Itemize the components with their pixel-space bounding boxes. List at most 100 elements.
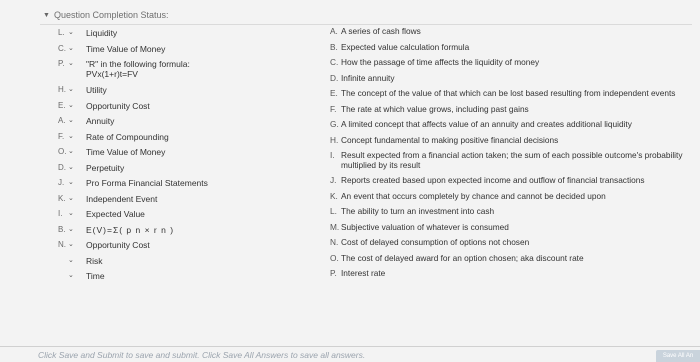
option-text: An event that occurs completely by chanc… — [341, 190, 606, 201]
answer-select[interactable]: P. ⌄ — [58, 59, 86, 69]
match-row: A. ⌄ Annuity — [58, 116, 338, 132]
option-item: D. Infinite annuity — [330, 72, 695, 84]
chevron-down-icon[interactable]: ⌄ — [68, 101, 74, 111]
question-status-title: Question Completion Status: — [53, 10, 169, 20]
term-label: Utility — [86, 85, 107, 95]
option-text: A series of cash flows — [341, 26, 421, 36]
option-text: Cost of delayed consumption of options n… — [341, 237, 530, 247]
answer-select[interactable]: F. ⌄ — [58, 132, 86, 142]
option-item: L. The ability to turn an investment into… — [330, 206, 695, 217]
option-item: K. An event that occurs completely by cha… — [330, 190, 695, 202]
match-row: D. ⌄ Perpetuity — [58, 163, 338, 179]
option-item: B. Expected value calculation formula — [330, 41, 695, 53]
option-text: The concept of the value of that which c… — [341, 88, 676, 98]
footer-divider — [0, 346, 700, 347]
selected-letter: J. — [58, 178, 65, 187]
answer-select[interactable]: C. ⌄ — [58, 44, 86, 54]
chevron-down-icon[interactable]: ⌄ — [68, 163, 74, 173]
option-text: Reports created based upon expected inco… — [341, 175, 645, 185]
answer-select[interactable]: I. ⌄ — [58, 209, 86, 219]
option-item: F. The rate at which value grows, includi… — [330, 103, 695, 115]
option-item: C. How the passage of time affects the li… — [330, 57, 695, 68]
option-letter: O. — [330, 252, 339, 263]
match-row: J. ⌄ Pro Forma Financial Statements — [58, 178, 338, 194]
term-label: Rate of Compounding — [86, 131, 169, 142]
option-item: E. The concept of the value of that which… — [330, 88, 695, 99]
answer-select[interactable]: J. ⌄ — [58, 178, 86, 188]
selected-letter: E. — [58, 100, 66, 110]
option-letter: L. — [330, 206, 337, 216]
chevron-down-icon[interactable]: ⌄ — [68, 116, 74, 126]
chevron-down-icon[interactable]: ⌄ — [68, 85, 74, 95]
chevron-down-icon[interactable]: ⌄ — [68, 28, 74, 38]
selected-letter: A. — [58, 116, 66, 125]
chevron-down-icon[interactable]: ⌄ — [68, 240, 74, 250]
answer-select[interactable]: D. ⌄ — [58, 163, 86, 173]
option-text: Expected value calculation formula — [341, 41, 470, 52]
term-label: Annuity — [86, 116, 115, 126]
chevron-down-icon[interactable]: ⌄ — [68, 147, 74, 157]
selected-letter: I. — [58, 209, 63, 218]
option-item: M. Subjective valuation of whatever is co… — [330, 221, 695, 233]
matching-terms-list: L. ⌄ Liquidity C. ⌄ Time Value of Money P.… — [58, 28, 338, 287]
chevron-down-icon[interactable]: ⌄ — [68, 225, 74, 235]
option-letter: P. — [330, 268, 337, 278]
collapse-toggle-icon[interactable]: ▼ — [43, 12, 50, 19]
option-text: The cost of delayed award for an option … — [341, 252, 584, 263]
option-item: H. Concept fundamental to making positive… — [330, 134, 695, 146]
option-letter: G. — [330, 119, 339, 129]
selected-letter: F. — [58, 131, 65, 141]
header-divider — [40, 24, 692, 25]
option-text: Infinite annuity — [341, 72, 395, 83]
option-letter: F. — [330, 103, 337, 114]
term-label: Expected Value — [86, 209, 145, 219]
chevron-down-icon[interactable]: ⌄ — [68, 44, 74, 54]
option-item: A. A series of cash flows — [330, 26, 695, 37]
match-row: C. ⌄ Time Value of Money — [58, 44, 338, 60]
chevron-down-icon[interactable]: ⌄ — [68, 256, 74, 266]
chevron-down-icon[interactable]: ⌄ — [68, 59, 74, 69]
match-row: K. ⌄ Independent Event — [58, 194, 338, 210]
option-letter: J. — [330, 175, 337, 185]
answer-select[interactable]: K. ⌄ — [58, 194, 86, 204]
option-text: Interest rate — [341, 268, 386, 278]
save-all-answers-button[interactable]: Save All An — [656, 350, 700, 362]
answer-select[interactable]: ⌄ — [58, 271, 86, 281]
option-item: J. Reports created based upon expected in… — [330, 175, 695, 186]
term-label: E(V)=Σ( p n × r n ) — [86, 224, 175, 235]
option-letter: K. — [330, 190, 338, 201]
option-item: G. A limited concept that affects value o… — [330, 119, 695, 130]
match-row: O. ⌄ Time Value of Money — [58, 147, 338, 163]
option-text: Subjective valuation of whatever is cons… — [341, 221, 509, 232]
chevron-down-icon[interactable]: ⌄ — [68, 209, 74, 219]
chevron-down-icon[interactable]: ⌄ — [68, 178, 74, 188]
selected-letter: P. — [58, 59, 65, 68]
answer-select[interactable]: O. ⌄ — [58, 147, 86, 157]
answer-select[interactable]: L. ⌄ — [58, 28, 86, 38]
answer-select[interactable]: H. ⌄ — [58, 85, 86, 95]
chevron-down-icon[interactable]: ⌄ — [68, 194, 74, 204]
option-letter: A. — [330, 26, 338, 36]
answer-select[interactable]: N. ⌄ — [58, 240, 86, 250]
answer-select[interactable]: ⌄ — [58, 256, 86, 266]
term-label: Pro Forma Financial Statements — [86, 178, 208, 188]
option-item: P. Interest rate — [330, 268, 695, 279]
chevron-down-icon[interactable]: ⌄ — [68, 271, 74, 281]
question-status-header[interactable]: ▼ Question Completion Status: — [43, 10, 169, 20]
selected-letter: B. — [58, 224, 66, 234]
match-row: P. ⌄ "R" in the following formula: PVx(1+… — [58, 59, 338, 85]
chevron-down-icon[interactable]: ⌄ — [68, 132, 74, 142]
answer-select[interactable]: B. ⌄ — [58, 225, 86, 235]
answer-select[interactable]: A. ⌄ — [58, 116, 86, 126]
selected-letter: C. — [58, 43, 66, 53]
selected-letter: K. — [58, 193, 66, 203]
option-item: I. Result expected from a financial actio… — [330, 150, 695, 170]
selected-letter: H. — [58, 85, 66, 94]
option-letter: E. — [330, 88, 338, 98]
selected-letter: N. — [58, 240, 66, 249]
selected-letter: D. — [58, 162, 66, 172]
option-text: Concept fundamental to making positive f… — [341, 134, 559, 145]
answer-select[interactable]: E. ⌄ — [58, 101, 86, 111]
match-row: E. ⌄ Opportunity Cost — [58, 101, 338, 117]
option-text: The rate at which value grows, including… — [341, 103, 529, 114]
